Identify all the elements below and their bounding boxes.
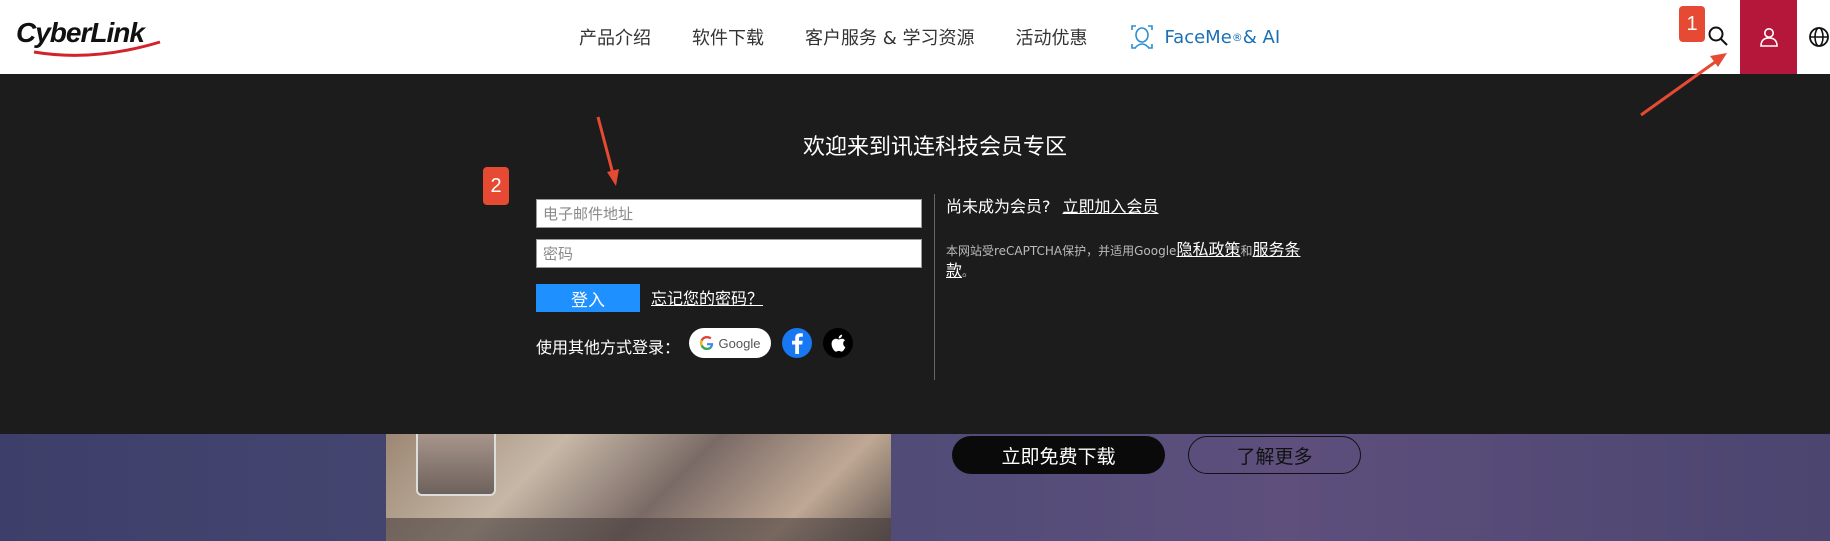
join-prompt: 尚未成为会员?: [946, 197, 1051, 216]
join-row: 尚未成为会员? 立即加入会员: [946, 193, 1159, 217]
nav-products[interactable]: 产品介绍: [579, 24, 651, 50]
facebook-login-button[interactable]: [782, 328, 812, 358]
cyberlink-logo[interactable]: CyberLink: [14, 12, 164, 58]
privacy-policy-link[interactable]: 隐私政策: [1176, 240, 1240, 259]
password-input[interactable]: [536, 239, 922, 268]
globe-icon: [1809, 27, 1829, 47]
panel-title: 欢迎来到讯连科技会员专区: [802, 135, 1067, 160]
login-button[interactable]: 登入: [536, 284, 640, 312]
recaptcha-and: 和: [1240, 244, 1253, 258]
user-icon: [1759, 28, 1778, 47]
apple-login-button[interactable]: [823, 328, 853, 358]
hero-thumbnail-strip: [386, 518, 891, 541]
hero-banner: 立即免费下载 了解更多: [0, 434, 1830, 541]
google-login-button[interactable]: Google: [689, 328, 771, 358]
hero-thumbnail: [416, 434, 496, 496]
search-button[interactable]: [1700, 18, 1736, 54]
site-header: CyberLink 产品介绍 软件下载 客户服务 & 学习资源 活动优惠 Fac…: [0, 0, 1830, 74]
nav-downloads[interactable]: 软件下载: [692, 24, 764, 50]
email-input[interactable]: [536, 199, 922, 228]
account-button[interactable]: [1740, 0, 1797, 74]
forgot-password-link[interactable]: 忘记您的密码？: [651, 285, 763, 309]
main-nav: 产品介绍 软件下载 客户服务 & 学习资源 活动优惠 FaceMe ® & AI: [579, 0, 1280, 74]
nav-promotions[interactable]: 活动优惠: [1015, 24, 1087, 50]
social-login-label: 使用其他方式登录：: [536, 338, 681, 357]
google-label: Google: [718, 335, 761, 351]
join-member-link[interactable]: 立即加入会员: [1063, 197, 1159, 216]
google-g-icon: [699, 336, 713, 350]
facebook-icon: [792, 333, 803, 354]
annotation-badge-2: 2: [483, 167, 509, 205]
search-icon: [1708, 26, 1728, 46]
recaptcha-suffix: 。: [962, 265, 975, 279]
faceme-registered: ®: [1231, 30, 1243, 44]
member-login-panel: 欢迎来到讯连科技会员专区 登入 忘记您的密码？ 使用其他方式登录： Google…: [0, 74, 1830, 434]
apple-icon: [831, 334, 846, 352]
face-scan-icon: [1131, 25, 1154, 49]
recaptcha-text: 本网站受reCAPTCHA保护，并适用Google: [946, 244, 1177, 258]
svg-text:CyberLink: CyberLink: [16, 17, 146, 48]
nav-support[interactable]: 客户服务 & 学习资源: [805, 24, 974, 50]
panel-divider: [934, 194, 935, 380]
faceme-label: FaceMe: [1164, 26, 1232, 48]
nav-faceme[interactable]: FaceMe ® & AI: [1128, 22, 1280, 52]
free-download-button[interactable]: 立即免费下载: [952, 436, 1165, 474]
learn-more-button[interactable]: 了解更多: [1188, 436, 1361, 474]
recaptcha-notice: 本网站受reCAPTCHA保护，并适用Google隐私政策和服务条款。: [946, 240, 1306, 282]
faceme-suffix: & AI: [1242, 26, 1281, 48]
language-button[interactable]: [1808, 20, 1830, 54]
annotation-badge-1: 1: [1679, 6, 1705, 42]
